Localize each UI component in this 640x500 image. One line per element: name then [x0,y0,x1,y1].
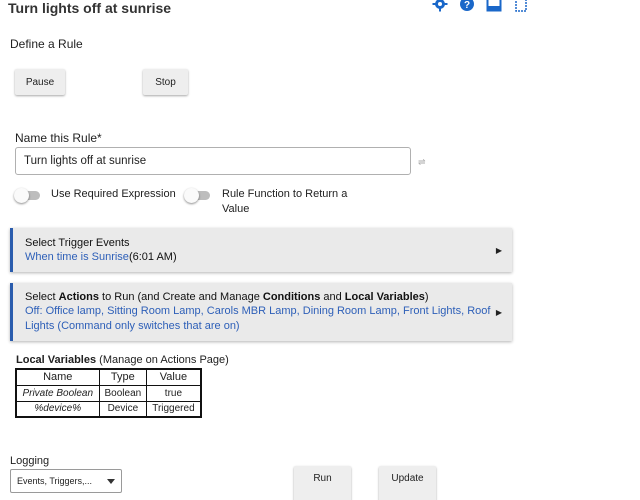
toggle-knob[interactable] [184,188,199,203]
actions-panel[interactable]: Select Actions to Run (and Create and Ma… [10,283,512,341]
local-variables-table: Name Type Value Private Boolean Boolean … [15,368,202,418]
local-variables-title-rest: (Manage on Actions Page) [96,354,229,366]
doc-icon[interactable] [513,0,529,12]
required-expression-label: Use Required Expression [51,188,176,200]
actions-title-local-variables: Local Variables [344,291,425,303]
actions-title-and: and [320,291,345,303]
stop-button[interactable]: Stop [143,69,188,95]
actions-title-select: Select [25,291,59,303]
local-variables-title-bold: Local Variables [16,354,97,366]
trigger-events-panel[interactable]: Select Trigger Events When time is Sunri… [10,228,512,272]
trigger-detail: When time is Sunrise(6:01 AM) [25,250,177,265]
expand-arrow-icon[interactable]: ▶ [496,246,502,255]
trigger-panel-title: Select Trigger Events [25,237,130,249]
var-type: Device [98,400,148,418]
toggle-track[interactable] [14,188,40,203]
col-header-value: Value [146,368,202,386]
table-row: %device% Device Triggered [15,400,202,418]
svg-text:?: ? [464,0,470,11]
gear-icon[interactable] [432,0,448,12]
actions-detail: Off: Office lamp, Sitting Room Lamp, Car… [25,305,491,332]
actions-panel-title: Select Actions to Run (and Create and Ma… [25,291,429,303]
run-button[interactable]: Run [294,466,351,500]
rule-function-label: Rule Function to Return a Value [222,188,348,215]
rule-name-label: Name this Rule* [15,131,102,145]
local-variables-title: Local Variables (Manage on Actions Page) [16,354,229,366]
table-header-row: Name Type Value [15,368,202,386]
var-name: Private Boolean [15,384,100,402]
expand-arrow-icon[interactable]: ▶ [496,308,502,317]
actions-title-conditions: Conditions [262,291,321,303]
logging-select[interactable]: Events, Triggers,... [10,469,122,493]
actions-title-close: ) [424,291,429,303]
trigger-detail-time: (6:01 AM) [128,251,177,263]
required-expression-toggle[interactable]: Use Required Expression [14,187,176,203]
toggle-track[interactable] [184,188,210,203]
actions-title-to-run: to Run (and Create and Manage [98,291,263,303]
update-button[interactable]: Update [379,466,436,500]
col-header-name: Name [15,368,100,386]
link-icon: ⇌ [418,157,426,167]
var-type: Boolean [98,384,148,402]
rule-name-input[interactable] [15,147,411,175]
col-header-type: Type [98,368,148,386]
table-row: Private Boolean Boolean true [15,384,202,402]
logging-selected-value: Events, Triggers,... [17,476,93,486]
window-icon[interactable] [486,0,502,12]
var-name: %device% [15,400,100,418]
trigger-detail-link[interactable]: When time is Sunrise [25,251,129,263]
page-title: Turn lights off at sunrise [8,0,172,16]
help-icon[interactable]: ? [459,0,475,12]
actions-title-actions: Actions [58,291,99,303]
rule-function-toggle[interactable]: Rule Function to Return a Value [184,187,362,217]
header-icons: ? [432,0,529,12]
logging-label: Logging [10,455,50,467]
pause-button[interactable]: Pause [15,69,65,95]
define-rule-title: Define a Rule [10,37,83,51]
var-value: true [146,384,202,402]
toggle-knob[interactable] [14,188,29,203]
chevron-down-icon[interactable] [107,478,115,484]
var-value: Triggered [146,400,202,418]
